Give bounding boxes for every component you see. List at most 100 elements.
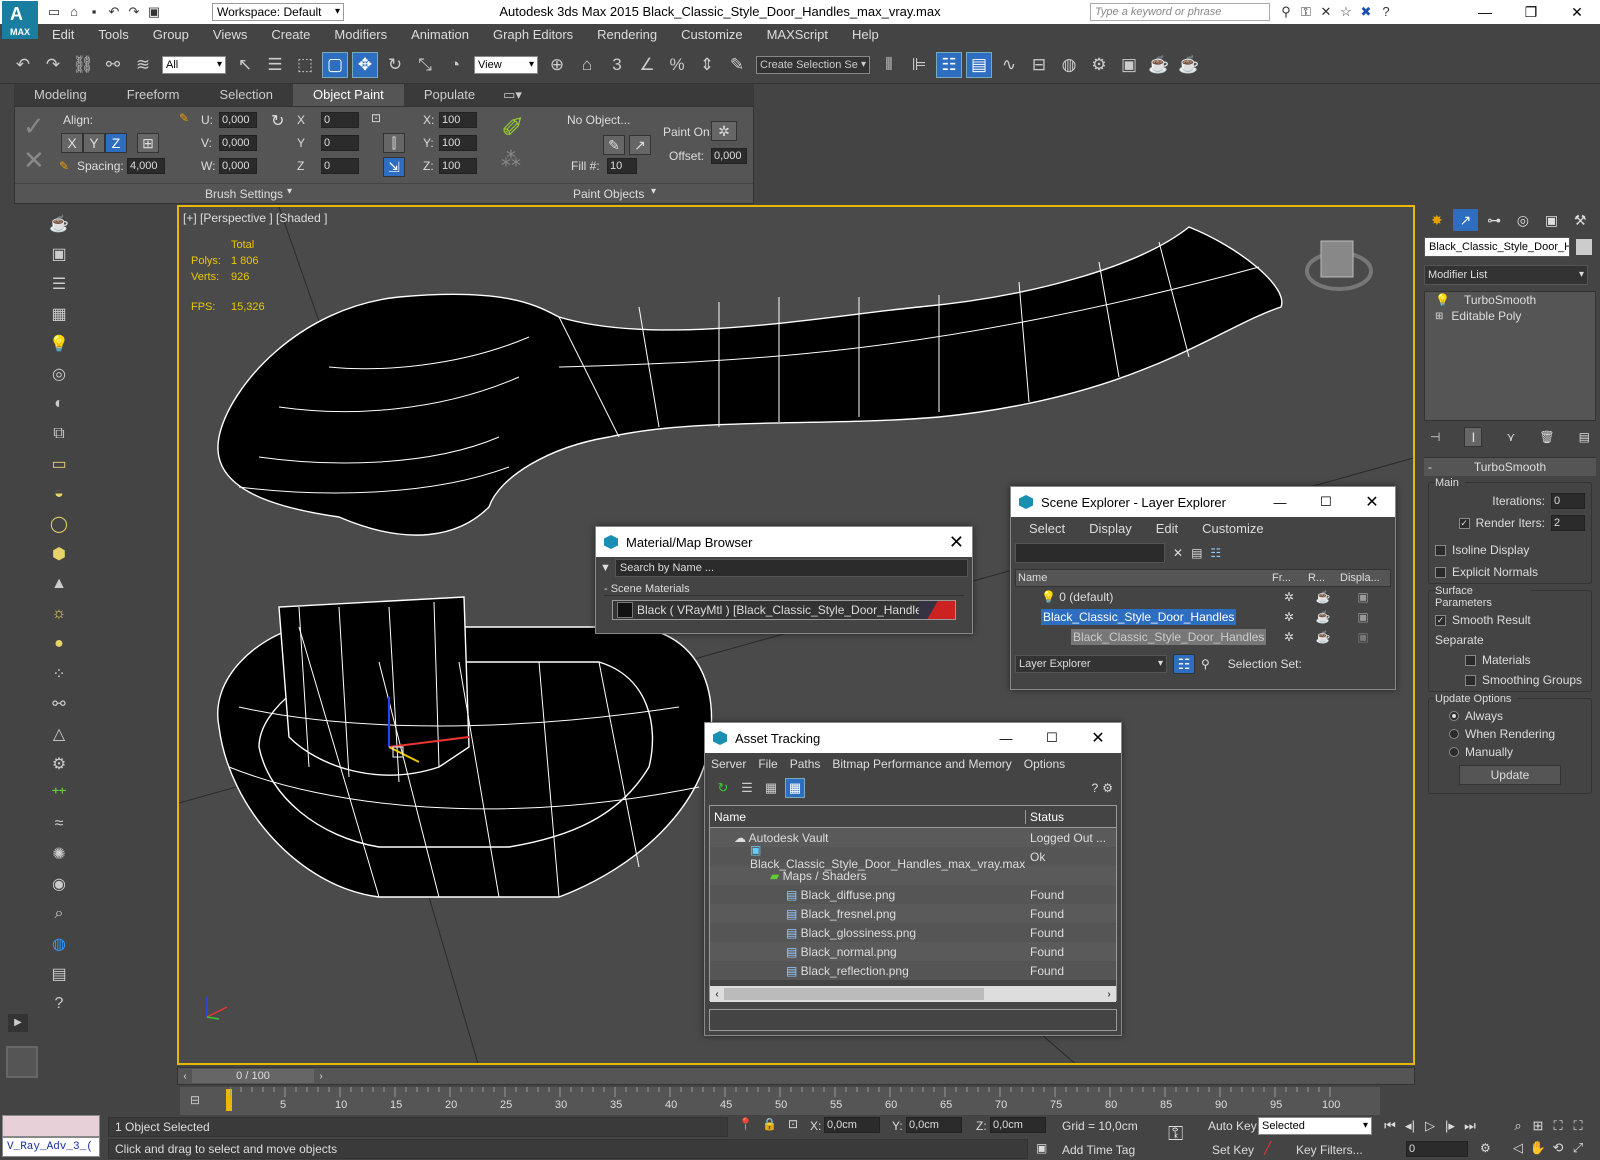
render-frame-icon[interactable]: ▣	[1116, 52, 1142, 78]
tools-icon[interactable]: ✕	[1316, 3, 1336, 21]
pivot-icon[interactable]: ⊕	[544, 52, 570, 78]
prev-frame-icon[interactable]: ‹	[178, 1071, 192, 1082]
col-name[interactable]: Name	[1016, 572, 1272, 584]
col-name[interactable]: Name	[710, 809, 1026, 824]
update-button[interactable]: Update	[1459, 765, 1561, 785]
time-slider-thumb[interactable]: 0 / 100	[192, 1069, 314, 1083]
axis-z-button[interactable]: Z	[105, 133, 127, 153]
rotate-y-field[interactable]: 0	[321, 135, 359, 151]
isoline-checkbox[interactable]	[1435, 544, 1446, 556]
zoom-extents-icon[interactable]: ⛶	[1548, 1117, 1568, 1135]
track-bar[interactable]: ⊟ 5 10 15 20 25 30 35 40 45 50 55 60 65 …	[180, 1087, 1380, 1115]
col-display[interactable]: Displa...	[1340, 572, 1388, 584]
save-icon[interactable]: ▪	[84, 3, 104, 21]
rollout-header[interactable]: - TurboSmooth	[1424, 458, 1596, 476]
menu-select[interactable]: Select	[1017, 518, 1077, 540]
app-logo[interactable]: A MAX	[2, 1, 38, 39]
scroll-thumb[interactable]	[724, 988, 984, 1000]
zoom-icon[interactable]: ⌕	[1508, 1117, 1528, 1135]
help-circle-icon[interactable]: ?	[46, 992, 72, 1016]
binoculars-icon[interactable]: ⚲	[1276, 3, 1296, 21]
col-status[interactable]: Status	[1026, 810, 1064, 824]
paint-objects-chevron-icon[interactable]: ▾	[651, 186, 656, 197]
play-script-icon[interactable]: ▶	[8, 1014, 28, 1032]
cross-icon[interactable]: ✕	[23, 145, 45, 176]
menu-create[interactable]: Create	[259, 24, 322, 46]
menu-modifiers[interactable]: Modifiers	[322, 24, 399, 46]
search-input[interactable]: Type a keyword or phrase	[1090, 3, 1270, 21]
menu-customize[interactable]: Customize	[669, 24, 754, 46]
pinecone-icon[interactable]: ✺	[46, 842, 72, 866]
table-row[interactable]: ▰ Maps / Shaders	[710, 866, 1116, 885]
paint-objects-icon[interactable]: ⁂	[501, 147, 521, 172]
menu-edit[interactable]: Edit	[1144, 518, 1190, 540]
pick-object-icon[interactable]: ✎	[603, 135, 625, 155]
transform-mode-icon[interactable]: ⊡	[788, 1117, 798, 1131]
horizontal-scrollbar[interactable]: ‹ ›	[710, 986, 1116, 1002]
checkmark-icon[interactable]: ✓	[23, 111, 45, 142]
menu-file[interactable]: File	[752, 753, 783, 775]
restore-icon[interactable]: ❐	[1508, 0, 1554, 24]
particles-icon[interactable]: ⁘	[46, 662, 72, 686]
scale-uniform-icon[interactable]: ⇲	[383, 157, 405, 177]
make-unique-icon[interactable]: ⋎	[1507, 430, 1516, 444]
link-icon[interactable]: ⛓	[70, 52, 96, 78]
redo-icon[interactable]: ↷	[124, 3, 144, 21]
materials-checkbox[interactable]	[1465, 654, 1476, 666]
move-icon[interactable]: ✥	[352, 51, 378, 78]
object-row[interactable]: Black_Classic_Style_Door_Handles ✲ ☕ ▣	[1015, 627, 1391, 647]
freeze-icon[interactable]: ✲	[1271, 630, 1307, 644]
adaptive-degradation-icon[interactable]: ▣	[1036, 1141, 1047, 1155]
show-end-result-icon[interactable]: I	[1464, 427, 1483, 447]
menu-paths[interactable]: Paths	[784, 753, 827, 775]
sphere-half-icon[interactable]: ◐	[46, 392, 72, 416]
brush-settings-chevron-icon[interactable]: ▾	[287, 186, 292, 197]
gear-icon[interactable]: ⚙	[46, 752, 72, 776]
object-color-swatch[interactable]	[1576, 239, 1592, 255]
collapse-icon[interactable]: -	[1428, 460, 1432, 474]
v-field[interactable]: 0,000	[219, 135, 257, 151]
go-to-end-icon[interactable]: ⏭	[1460, 1117, 1480, 1135]
set-key-button[interactable]: Set Key	[1212, 1143, 1254, 1157]
fov-icon[interactable]: ◁	[1508, 1139, 1528, 1157]
col-freeze[interactable]: Fr...	[1272, 572, 1308, 584]
dome-icon[interactable]: ◒	[46, 482, 72, 506]
align-normal-icon[interactable]: ⊞	[137, 133, 159, 153]
scene-search-input[interactable]	[1015, 543, 1165, 563]
u-field[interactable]: 0,000	[219, 112, 257, 128]
render-iterative-icon[interactable]: ☕	[1176, 52, 1202, 78]
fill-field[interactable]: 10	[607, 158, 637, 174]
selection-region-icon[interactable]: ⬚	[292, 52, 318, 78]
manually-radio[interactable]	[1449, 747, 1459, 757]
pin-stack-icon[interactable]: ⊣	[1430, 430, 1440, 444]
object-cell[interactable]: Black_Classic_Style_Door_Handles	[1015, 629, 1271, 645]
close-icon[interactable]: ✕	[1349, 492, 1395, 512]
bind-spacewarp-icon[interactable]: ≋	[130, 52, 156, 78]
tab-selection[interactable]: Selection	[200, 84, 293, 106]
brush-icon[interactable]: ✎	[179, 111, 189, 125]
table-row[interactable]: ▣ Black_Classic_Style_Door_Handles_max_v…	[710, 843, 1116, 871]
grass-icon[interactable]: ⺿	[46, 782, 72, 806]
disc-icon[interactable]: ●	[46, 632, 72, 656]
orbit-icon[interactable]: ⟲	[1548, 1139, 1568, 1157]
axis-x-button[interactable]: X	[61, 133, 83, 153]
keyboard-shortcut-icon[interactable]: ⌂	[574, 52, 600, 78]
paint-brush-icon[interactable]: ✐	[501, 111, 524, 144]
smoothing-groups-checkbox[interactable]	[1465, 674, 1476, 686]
spinner-snap-icon[interactable]: ⇕	[694, 52, 720, 78]
expand-icon[interactable]: ⊞	[1435, 311, 1443, 322]
maximize-icon[interactable]: ☐	[1303, 494, 1349, 510]
next-key-icon[interactable]: |▸	[1440, 1117, 1460, 1135]
modify-tab-icon[interactable]: ↗	[1452, 209, 1479, 231]
dumbbell-icon[interactable]: ⚯	[46, 692, 72, 716]
percent-snap-icon[interactable]: %	[664, 52, 690, 78]
stack-item[interactable]: ⊞ Editable Poly	[1425, 308, 1595, 324]
layer-explorer-icon[interactable]: ☷	[936, 51, 962, 78]
list-icon[interactable]: ☰	[46, 272, 72, 296]
named-selection-dropdown[interactable]: Create Selection Se	[756, 55, 870, 74]
window-crossing-icon[interactable]: ▢	[322, 51, 348, 78]
object-name-field[interactable]: Black_Classic_Style_Door_Ha	[1424, 237, 1570, 257]
render-icon[interactable]: ☕	[1307, 610, 1339, 624]
material-browser-titlebar[interactable]: Material/Map Browser ✕	[596, 527, 972, 557]
scene-materials-header[interactable]: - Scene Materials	[604, 583, 964, 596]
